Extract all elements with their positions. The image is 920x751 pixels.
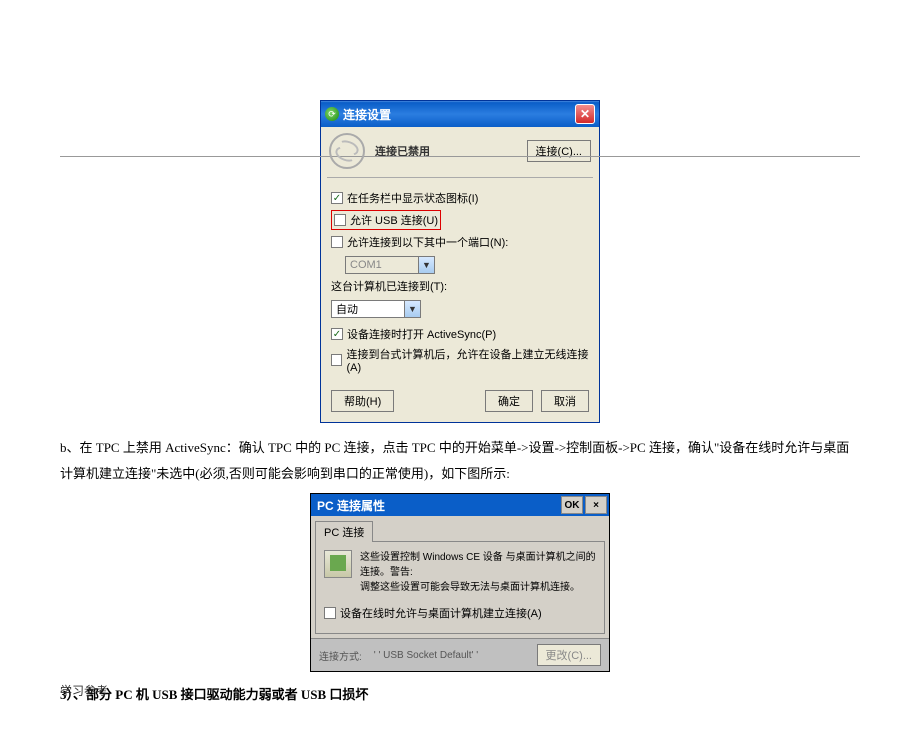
ok-button[interactable]: 确定: [485, 390, 533, 412]
status-row: 连接已禁用 连接(C)...: [321, 127, 599, 175]
page-footer: 学习参考: [60, 682, 108, 699]
connected-label: 这台计算机已连接到(T):: [331, 278, 447, 294]
connected-select[interactable]: 自动 ▼: [331, 300, 421, 318]
method-label: 连接方式:: [319, 648, 362, 663]
pc-connection-tab[interactable]: PC 连接: [315, 521, 373, 542]
close-button[interactable]: ×: [585, 496, 607, 514]
chevron-down-icon: ▼: [418, 257, 434, 273]
tab-content: 这些设置控制 Windows CE 设备 与桌面计算机之间的连接。警告: 调整这…: [315, 541, 605, 634]
help-button[interactable]: 帮助(H): [331, 390, 394, 412]
wireless-label: 连接到台式计算机后，允许在设备上建立无线连接(A): [346, 346, 589, 374]
taskbar-label: 在任务栏中显示状态图标(I): [347, 190, 478, 206]
usb-label: 允许 USB 连接(U): [350, 212, 438, 228]
titlebar: PC 连接属性 OK ×: [311, 494, 609, 516]
info-line1: 这些设置控制 Windows CE 设备 与桌面计算机之间的连接。警告:: [360, 550, 596, 580]
activesync-icon: ⟳: [325, 107, 339, 121]
close-button[interactable]: ✕: [575, 104, 595, 124]
bottom-bar: 连接方式: ' ' USB Socket Default' ' 更改(C)...: [311, 638, 609, 671]
port-select[interactable]: COM1 ▼: [345, 256, 435, 274]
wireless-checkbox[interactable]: [331, 354, 342, 366]
cancel-button[interactable]: 取消: [541, 390, 589, 412]
dialog-title: 连接设置: [343, 106, 575, 123]
dialog2-title: PC 连接属性: [317, 497, 559, 514]
tab-area: PC 连接 这些设置控制 Windows CE 设备 与桌面计算机之间的连接。警…: [311, 516, 609, 638]
page-top-divider: [60, 156, 860, 157]
activesync-checkbox[interactable]: ✓: [331, 328, 343, 340]
device-icon: [324, 550, 352, 578]
usb-highlight: 允许 USB 连接(U): [331, 210, 441, 230]
connected-select-value: 自动: [336, 301, 358, 317]
sync-status-icon: [329, 133, 365, 169]
taskbar-checkbox[interactable]: ✓: [331, 192, 343, 204]
options-area: ✓ 在任务栏中显示状态图标(I) 允许 USB 连接(U) 允许连接到以下其中一…: [321, 180, 599, 384]
info-line2: 调整这些设置可能会导致无法与桌面计算机连接。: [360, 580, 596, 595]
activesync-label: 设备连接时打开 ActiveSync(P): [347, 326, 496, 342]
port-label: 允许连接到以下其中一个端口(N):: [347, 234, 508, 250]
chevron-down-icon: ▼: [404, 301, 420, 317]
allow-connection-label: 设备在线时允许与桌面计算机建立连接(A): [340, 605, 542, 621]
dialog-buttons: 帮助(H) 确定 取消: [321, 384, 599, 422]
port-select-value: COM1: [350, 259, 382, 271]
connect-button[interactable]: 连接(C)...: [527, 140, 591, 162]
info-text: 这些设置控制 Windows CE 设备 与桌面计算机之间的连接。警告: 调整这…: [360, 550, 596, 595]
section-3-title: 3）、部分 PC 机 USB 接口驱动能力弱或者 USB 口损坏: [60, 684, 860, 703]
doc-paragraph-b: b、在 TPC 上禁用 ActiveSync：确认 TPC 中的 PC 连接，点…: [60, 435, 860, 487]
port-checkbox[interactable]: [331, 236, 343, 248]
method-value: ' ' USB Socket Default' ': [374, 650, 478, 661]
allow-connection-checkbox[interactable]: [324, 607, 336, 619]
ok-titlebar-button[interactable]: OK: [561, 496, 583, 514]
titlebar: ⟳ 连接设置 ✕: [321, 101, 599, 127]
divider: [327, 177, 593, 178]
pc-connection-properties-dialog: PC 连接属性 OK × PC 连接 这些设置控制 Windows CE 设备 …: [310, 493, 610, 672]
connection-settings-dialog: ⟳ 连接设置 ✕ 连接已禁用 连接(C)... ✓ 在任务栏中显示状态图标(I)…: [320, 100, 600, 423]
usb-checkbox[interactable]: [334, 214, 346, 226]
change-button[interactable]: 更改(C)...: [537, 644, 601, 666]
